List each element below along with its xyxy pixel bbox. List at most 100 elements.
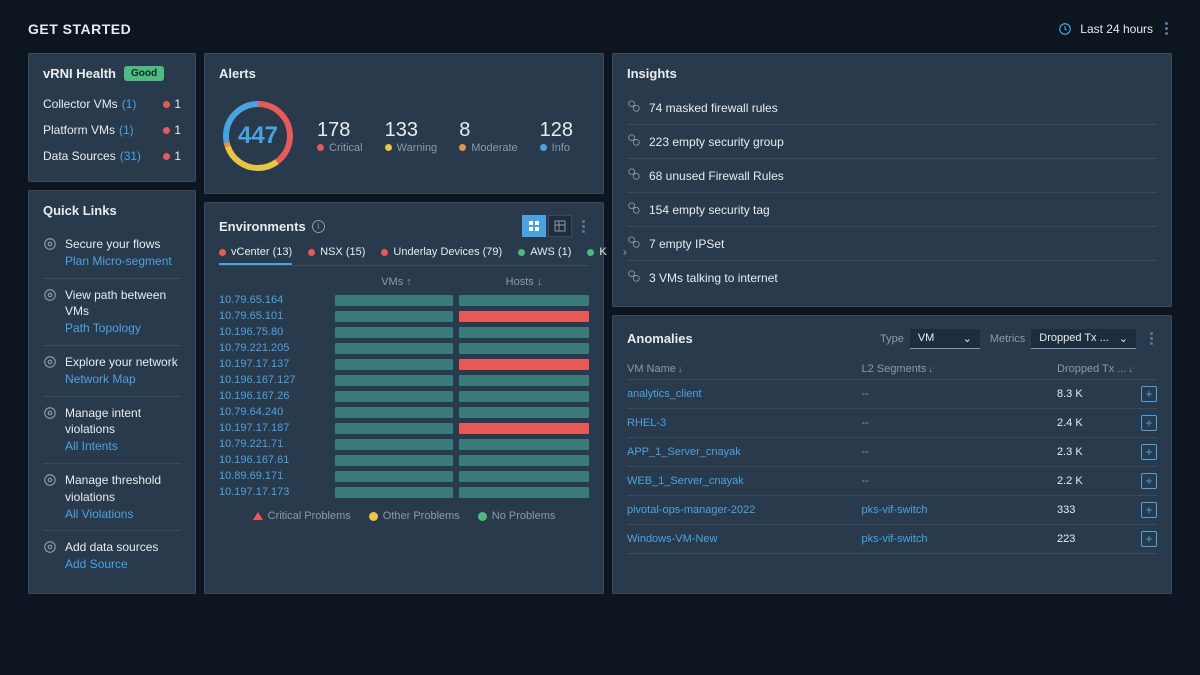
- env-row[interactable]: 10.196.167.127: [219, 372, 589, 388]
- anomalies-title: Anomalies: [627, 331, 693, 346]
- legend-critical: Critical Problems: [253, 510, 351, 522]
- env-row[interactable]: 10.79.221.205: [219, 340, 589, 356]
- view-chart-button[interactable]: [522, 215, 546, 237]
- health-row[interactable]: Collector VMs (1) 1: [43, 91, 181, 117]
- insight-icon: [627, 269, 641, 286]
- alert-stat[interactable]: 128 Info: [540, 119, 573, 154]
- quicklink-item: Manage threshold violationsAll Violation…: [43, 464, 181, 531]
- quicklink-link[interactable]: Add Source: [65, 556, 158, 573]
- col-vmname[interactable]: VM Name↓: [627, 363, 862, 375]
- insights-title: Insights: [627, 66, 1157, 81]
- target-icon: [43, 355, 57, 388]
- chevron-right-icon[interactable]: ›: [623, 245, 627, 259]
- alerts-card: Alerts 447 178 Critical 13: [204, 53, 604, 194]
- insight-icon: [627, 133, 641, 150]
- insight-item[interactable]: 154 empty security tag: [627, 193, 1157, 227]
- quicklink-link[interactable]: All Violations: [65, 506, 181, 523]
- quicklink-link[interactable]: Path Topology: [65, 320, 181, 337]
- insight-item[interactable]: 223 empty security group: [627, 125, 1157, 159]
- expand-button[interactable]: +: [1141, 444, 1157, 460]
- col-segments[interactable]: L2 Segments↓: [862, 363, 1057, 375]
- env-row[interactable]: 10.79.65.164: [219, 292, 589, 308]
- env-tab[interactable]: Underlay Devices (79): [381, 246, 502, 258]
- legend-other: Other Problems: [369, 510, 460, 522]
- insight-item[interactable]: 3 VMs talking to internet: [627, 261, 1157, 294]
- env-row[interactable]: 10.79.65.101: [219, 308, 589, 324]
- alerts-total: 447: [219, 97, 297, 175]
- anomaly-row[interactable]: APP_1_Server_cnayak -- 2.3 K +: [627, 438, 1157, 467]
- quicklinks-card: Quick Links Secure your flowsPlan Micro-…: [28, 190, 196, 594]
- expand-button[interactable]: +: [1141, 386, 1157, 402]
- quicklink-link[interactable]: All Intents: [65, 438, 181, 455]
- env-row[interactable]: 10.79.64.240: [219, 404, 589, 420]
- col-vms[interactable]: VMs ↑: [334, 276, 459, 288]
- env-tab[interactable]: vCenter (13): [219, 246, 292, 258]
- metrics-select[interactable]: Dropped Tx ... ⌄: [1031, 329, 1136, 349]
- env-row[interactable]: 10.197.17.173: [219, 484, 589, 500]
- insight-icon: [627, 235, 641, 252]
- info-icon[interactable]: i: [312, 220, 325, 233]
- target-icon: [43, 237, 57, 270]
- anomaly-row[interactable]: RHEL-3 -- 2.4 K +: [627, 409, 1157, 438]
- page-title: GET STARTED: [28, 21, 131, 37]
- quicklink-item: Explore your networkNetwork Map: [43, 346, 181, 397]
- env-row[interactable]: 10.196.167.61: [219, 452, 589, 468]
- anomaly-row[interactable]: pivotal-ops-manager-2022 pks-vif-switch …: [627, 496, 1157, 525]
- quicklink-link[interactable]: Network Map: [65, 371, 178, 388]
- health-row[interactable]: Data Sources (31) 1: [43, 143, 181, 169]
- target-icon: [43, 406, 57, 455]
- quicklink-item: Manage intent violationsAll Intents: [43, 397, 181, 464]
- insight-item[interactable]: 68 unused Firewall Rules: [627, 159, 1157, 193]
- env-row[interactable]: 10.89.69.171: [219, 468, 589, 484]
- health-row[interactable]: Platform VMs (1) 1: [43, 117, 181, 143]
- env-row[interactable]: 10.79.221.71: [219, 436, 589, 452]
- quicklink-item: View path between VMsPath Topology: [43, 279, 181, 346]
- alerts-title: Alerts: [219, 66, 589, 81]
- env-tab[interactable]: AWS (1): [518, 246, 571, 258]
- health-title: vRNI Health: [43, 66, 116, 81]
- insights-card: Insights 74 masked firewall rules 223 em…: [612, 53, 1172, 307]
- target-icon: [43, 540, 57, 573]
- health-badge: Good: [124, 66, 164, 81]
- expand-button[interactable]: +: [1141, 473, 1157, 489]
- alert-stat[interactable]: 133 Warning: [385, 119, 438, 154]
- type-label: Type: [880, 333, 904, 345]
- health-card: vRNI Health Good Collector VMs (1) 1 Pla…: [28, 53, 196, 182]
- env-row[interactable]: 10.196.167.26: [219, 388, 589, 404]
- alert-stat[interactable]: 8 Moderate: [459, 119, 517, 154]
- insight-icon: [627, 201, 641, 218]
- anomaly-row[interactable]: WEB_1_Server_cnayak -- 2.2 K +: [627, 467, 1157, 496]
- env-menu[interactable]: [578, 216, 589, 237]
- expand-button[interactable]: +: [1141, 531, 1157, 547]
- env-row[interactable]: 10.196.75.80: [219, 324, 589, 340]
- time-range[interactable]: Last 24 hours: [1080, 22, 1153, 36]
- env-tab[interactable]: NSX (15): [308, 246, 365, 258]
- insight-item[interactable]: 74 masked firewall rules: [627, 91, 1157, 125]
- expand-button[interactable]: +: [1141, 415, 1157, 431]
- expand-button[interactable]: +: [1141, 502, 1157, 518]
- env-title: Environments: [219, 219, 306, 234]
- col-hosts[interactable]: Hosts ↓: [459, 276, 589, 288]
- env-row[interactable]: 10.197.17.187: [219, 420, 589, 436]
- clock-icon: [1058, 22, 1072, 36]
- env-tab[interactable]: K: [587, 246, 606, 258]
- legend-none: No Problems: [478, 510, 556, 522]
- header-menu[interactable]: [1161, 18, 1172, 39]
- view-table-button[interactable]: [548, 215, 572, 237]
- target-icon: [43, 473, 57, 522]
- quicklink-link[interactable]: Plan Micro-segment: [65, 253, 172, 270]
- anomaly-row[interactable]: Windows-VM-New pks-vif-switch 223 +: [627, 525, 1157, 554]
- col-dropped[interactable]: Dropped Tx ...↓: [1057, 363, 1137, 375]
- chevron-down-icon: ⌄: [963, 332, 972, 345]
- anom-menu[interactable]: [1146, 328, 1157, 349]
- target-icon: [43, 288, 57, 337]
- anomaly-row[interactable]: analytics_client -- 8.3 K +: [627, 380, 1157, 409]
- quicklinks-title: Quick Links: [43, 203, 181, 218]
- quicklink-item: Secure your flowsPlan Micro-segment: [43, 228, 181, 279]
- type-select[interactable]: VM ⌄: [910, 329, 980, 349]
- env-row[interactable]: 10.197.17.137: [219, 356, 589, 372]
- metrics-label: Metrics: [990, 333, 1025, 345]
- alert-stat[interactable]: 178 Critical: [317, 119, 363, 154]
- insight-item[interactable]: 7 empty IPSet: [627, 227, 1157, 261]
- alerts-donut[interactable]: 447: [219, 97, 297, 175]
